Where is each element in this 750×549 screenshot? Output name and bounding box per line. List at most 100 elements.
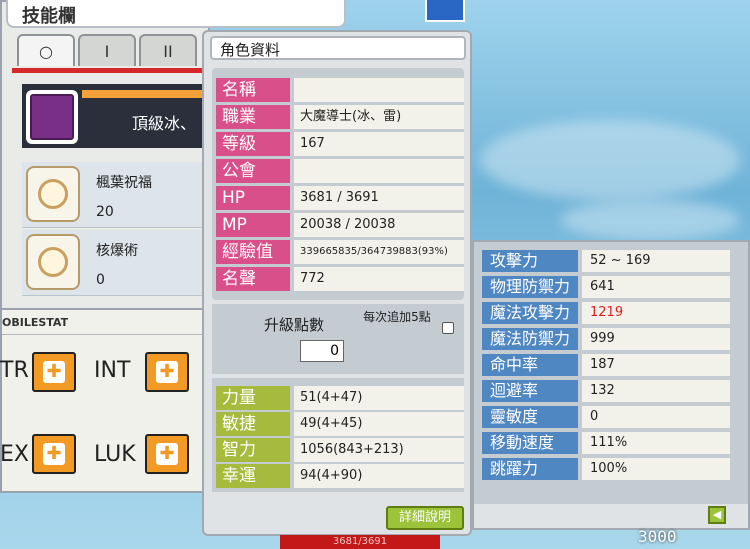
skill-item[interactable]: 楓葉祝福 20 xyxy=(22,162,212,228)
tab-job-1[interactable]: I xyxy=(78,34,136,66)
detail-value: 111% xyxy=(582,432,730,454)
detail-value: 641 xyxy=(582,276,730,298)
skill-window-title[interactable]: 技能欄 xyxy=(6,0,346,28)
stat-row-str: 力量 51(4+47) xyxy=(216,386,464,410)
detail-row: 魔法攻擊力 1219 xyxy=(482,302,744,324)
detail-label: 命中率 xyxy=(482,354,578,376)
skill-tabs: ○ I II xyxy=(17,34,197,66)
stat-row-int: 智力 1056(843+213) xyxy=(216,438,464,462)
detail-row: 命中率 187 xyxy=(482,354,744,376)
primary-stats-panel: 力量 51(4+47) 敏捷 49(4+45) 智力 1056(843+213)… xyxy=(212,378,464,492)
detail-label: 魔法防禦力 xyxy=(482,328,578,350)
add-luk-button[interactable]: ✚ xyxy=(145,434,189,474)
divider xyxy=(2,334,215,335)
minimap-icon[interactable] xyxy=(425,0,465,22)
detail-label: 物理防禦力 xyxy=(482,276,578,298)
info-row-job: 職業 大魔導士(冰、雷) xyxy=(216,105,464,129)
add-dex-button[interactable]: ✚ xyxy=(32,434,76,474)
back-arrow-icon[interactable]: ◀ xyxy=(708,506,726,524)
nuclear-blast-icon xyxy=(26,234,80,290)
detail-button[interactable]: 詳細說明 xyxy=(386,506,464,530)
stat-label: 智力 xyxy=(216,438,290,462)
plus-icon: ✚ xyxy=(43,361,65,383)
detail-value: 187 xyxy=(582,354,730,376)
plus-icon: ✚ xyxy=(43,443,65,465)
stat-label: 幸運 xyxy=(216,464,290,488)
book-accent xyxy=(82,90,212,98)
stat-label-luk: LUK xyxy=(94,442,136,467)
skill-book-icon xyxy=(26,90,78,144)
skill-book-row: 頂級冰、 xyxy=(22,84,212,148)
detail-row: 移動速度 111% xyxy=(482,432,744,454)
detail-row: 物理防禦力 641 xyxy=(482,276,744,298)
info-label: MP xyxy=(216,213,290,237)
detail-row: 魔法防禦力 999 xyxy=(482,328,744,350)
skill-name: 楓葉祝福 xyxy=(96,175,152,191)
auto-add-checkbox[interactable] xyxy=(442,322,454,334)
cloud-wave xyxy=(560,200,740,240)
tab-underline xyxy=(12,68,212,73)
detail-row: 迴避率 132 xyxy=(482,380,744,402)
info-label: 公會 xyxy=(216,159,290,183)
detail-label: 靈敏度 xyxy=(482,406,578,428)
plus-icon: ✚ xyxy=(156,361,178,383)
ability-points-label: 升級點數 xyxy=(264,316,325,334)
detail-value: 0 xyxy=(582,406,730,428)
detail-stats-window: 攻擊力 52 ~ 169 物理防禦力 641 魔法攻擊力 1219 魔法防禦力 … xyxy=(472,240,750,530)
info-value: 20038 / 20038 xyxy=(294,213,464,237)
info-value: 339665835/364739883(93%) xyxy=(294,240,464,264)
detail-footer: ◀ xyxy=(474,504,748,528)
tab-job-2[interactable]: II xyxy=(139,34,197,66)
info-row-name: 名稱 xyxy=(216,78,464,102)
stat-label-dex: EX xyxy=(0,442,29,467)
detail-value: 100% xyxy=(582,458,730,480)
add-str-button[interactable]: ✚ xyxy=(32,352,76,392)
mobile-stat-window: OBILESTAT TR ✚ INT ✚ EX ✚ LUK ✚ xyxy=(0,308,215,493)
auto-add-label: 每次追加5點 xyxy=(363,310,431,324)
character-window-title[interactable]: 角色資料 xyxy=(210,36,466,60)
mobile-stat-title: OBILESTAT xyxy=(2,316,69,329)
detail-value: 52 ~ 169 xyxy=(582,250,730,272)
skill-book-label: 頂級冰、 xyxy=(132,114,197,133)
cloud-wave xyxy=(480,120,740,200)
info-value: 大魔導士(冰、雷) xyxy=(294,105,464,129)
tab-beginner[interactable]: ○ xyxy=(17,34,75,66)
skill-item[interactable]: 核爆術 0 xyxy=(22,230,212,296)
info-label: 等級 xyxy=(216,132,290,156)
info-value xyxy=(294,159,464,183)
character-info-window: 角色資料 名稱 職業 大魔導士(冰、雷) 等級 167 公會 HP 3681 /… xyxy=(202,30,472,536)
info-row-exp: 經驗值 339665835/364739883(93%) xyxy=(216,240,464,264)
info-label: 經驗值 xyxy=(216,240,290,264)
stat-row-luk: 幸運 94(4+90) xyxy=(216,464,464,488)
stat-value: 49(4+45) xyxy=(294,412,464,436)
detail-label: 跳躍力 xyxy=(482,458,578,480)
ability-points-panel: 升級點數 每次追加5點 0 xyxy=(212,304,464,374)
detail-label: 移動速度 xyxy=(482,432,578,454)
info-label: HP xyxy=(216,186,290,210)
add-int-button[interactable]: ✚ xyxy=(145,352,189,392)
info-row-mp: MP 20038 / 20038 xyxy=(216,213,464,237)
skill-level: 0 xyxy=(96,272,105,288)
info-value: 3681 / 3691 xyxy=(294,186,464,210)
detail-label: 魔法攻擊力 xyxy=(482,302,578,324)
hp-bar-text: 3681/3691 xyxy=(280,535,440,549)
plus-icon: ✚ xyxy=(156,443,178,465)
info-value: 772 xyxy=(294,267,464,291)
skill-level: 20 xyxy=(96,204,114,220)
maple-blessing-icon xyxy=(26,166,80,222)
detail-label: 迴避率 xyxy=(482,380,578,402)
stat-value: 1056(843+213) xyxy=(294,438,464,462)
info-value: 167 xyxy=(294,132,464,156)
stat-label-int: INT xyxy=(94,358,131,383)
detail-row: 攻擊力 52 ~ 169 xyxy=(482,250,744,272)
info-row-level: 等級 167 xyxy=(216,132,464,156)
detail-row: 靈敏度 0 xyxy=(482,406,744,428)
ability-points-value: 0 xyxy=(300,340,344,362)
detail-value: 999 xyxy=(582,328,730,350)
stat-label: 敏捷 xyxy=(216,412,290,436)
detail-label: 攻擊力 xyxy=(482,250,578,272)
info-row-hp: HP 3681 / 3691 xyxy=(216,186,464,210)
skill-name: 核爆術 xyxy=(96,243,138,259)
info-row-fame: 名聲 772 xyxy=(216,267,464,291)
stat-value: 94(4+90) xyxy=(294,464,464,488)
